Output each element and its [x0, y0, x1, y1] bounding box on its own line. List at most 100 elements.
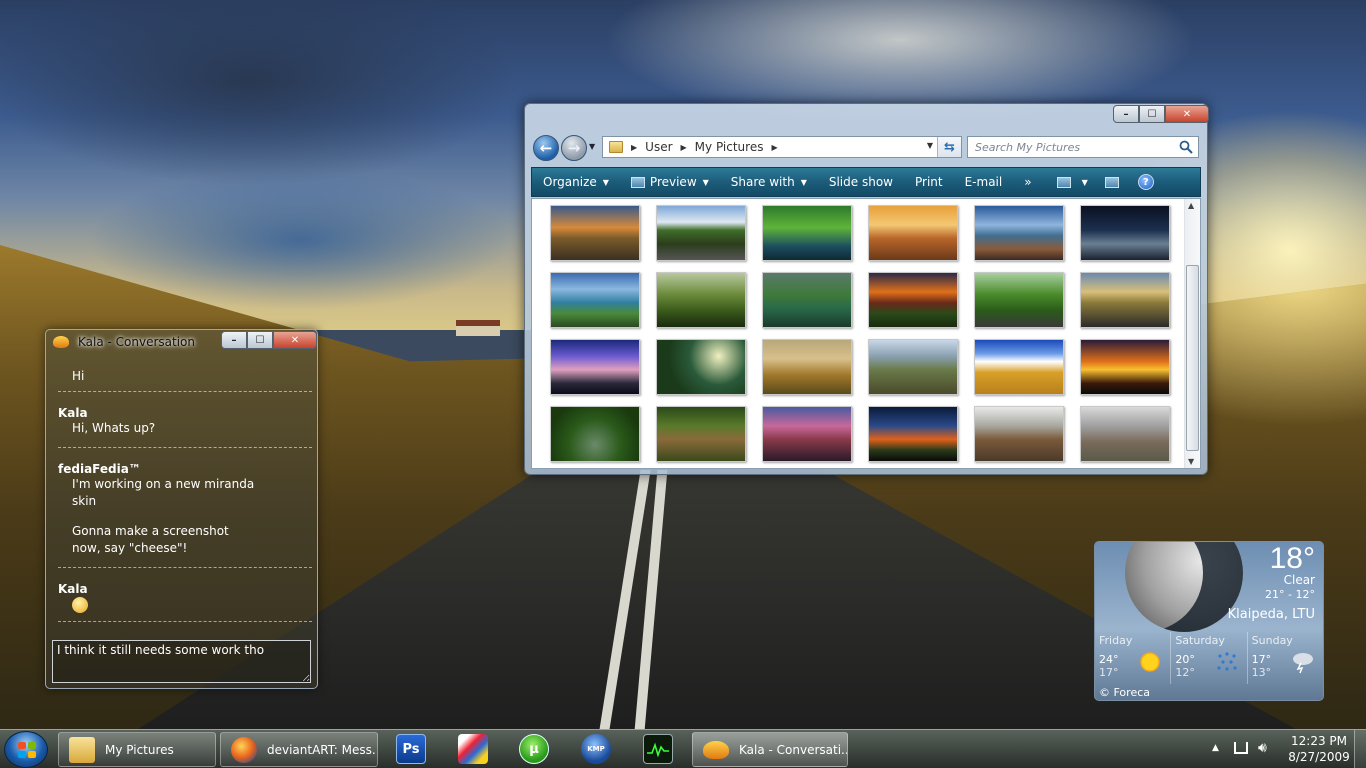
slide-show-button[interactable]: Slide show: [818, 168, 904, 196]
share-with-menu[interactable]: Share with ▼: [720, 168, 818, 196]
show-desktop-button[interactable]: [1354, 730, 1366, 768]
paint-icon[interactable]: [458, 734, 488, 764]
image-thumbnail[interactable]: [656, 406, 746, 462]
image-thumbnail[interactable]: [1080, 205, 1170, 261]
forecast-day-name: Sunday: [1251, 634, 1293, 647]
preview-pane-button[interactable]: [1099, 168, 1130, 196]
explorer-window[interactable]: – ☐ ✕ ← → ▼ ▶ User ▶ My Pictures ▶ ▼ ⇆ S…: [524, 103, 1209, 475]
forecast-day: Sunday 17° 13°: [1248, 632, 1323, 684]
breadcrumb-my-pictures[interactable]: My Pictures: [695, 140, 764, 154]
photoshop-label: Ps: [402, 741, 420, 757]
image-thumbnail[interactable]: [974, 339, 1064, 395]
wallpaper-house: [456, 320, 500, 336]
start-button[interactable]: [4, 731, 48, 768]
forward-button[interactable]: →: [561, 135, 587, 161]
forecast-day: Friday 24° 17°: [1095, 632, 1172, 684]
show-hidden-icons-icon[interactable]: ▲: [1212, 743, 1219, 753]
folder-icon: [609, 141, 623, 153]
image-thumbnail[interactable]: [762, 406, 852, 462]
taskbar-item-conversation[interactable]: Kala - Conversati...: [692, 732, 848, 767]
logo-quadrant: [28, 751, 36, 758]
message-group: fediaFedia™ I'm working on a new miranda…: [58, 462, 312, 568]
photoshop-icon[interactable]: Ps: [396, 734, 426, 764]
close-button[interactable]: ✕: [273, 331, 317, 349]
windows-logo-icon: [18, 742, 36, 758]
image-thumbnail[interactable]: [550, 272, 640, 328]
sun-icon: [1140, 652, 1161, 672]
image-thumbnail[interactable]: [1080, 406, 1170, 462]
kmplayer-icon[interactable]: KMP: [581, 734, 611, 764]
breadcrumb-arrow-icon[interactable]: ▶: [631, 143, 637, 152]
taskbar-item-my-pictures[interactable]: My Pictures: [58, 732, 216, 767]
image-thumbnail[interactable]: [1080, 272, 1170, 328]
close-button[interactable]: ✕: [1165, 105, 1209, 123]
scroll-down-icon[interactable]: ▼: [1188, 457, 1194, 466]
breadcrumb-arrow-icon[interactable]: ▶: [771, 143, 777, 152]
minimize-button[interactable]: –: [221, 331, 247, 349]
image-thumbnail[interactable]: [974, 406, 1064, 462]
image-thumbnail[interactable]: [656, 205, 746, 261]
moon-icon: [1125, 542, 1243, 632]
message-sender: Kala: [58, 582, 88, 596]
vertical-scrollbar[interactable]: ▲ ▼: [1184, 199, 1200, 468]
weather-location[interactable]: Klaipeda, LTU: [1228, 607, 1315, 622]
message-group: Hi: [58, 368, 312, 392]
image-thumbnail[interactable]: [762, 339, 852, 395]
image-thumbnail[interactable]: [974, 205, 1064, 261]
print-button[interactable]: Print: [904, 168, 954, 196]
volume-icon[interactable]: 🔊︎: [1258, 740, 1267, 756]
image-thumbnail[interactable]: [550, 205, 640, 261]
image-thumbnail[interactable]: [868, 205, 958, 261]
image-thumbnail[interactable]: [762, 205, 852, 261]
image-thumbnail[interactable]: [974, 272, 1064, 328]
maximize-button[interactable]: ☐: [247, 331, 273, 349]
email-button[interactable]: E-mail: [954, 168, 1014, 196]
window-controls: – ☐ ✕: [1113, 105, 1209, 123]
conversation-window[interactable]: Kala - Conversation – ☐ ✕ Hi Kala Hi, Wh…: [45, 329, 318, 689]
monitor-icon[interactable]: [643, 734, 673, 764]
clock-date[interactable]: 8/27/2009: [1284, 750, 1354, 764]
image-thumbnail[interactable]: [550, 406, 640, 462]
maximize-button[interactable]: ☐: [1139, 105, 1165, 123]
image-thumbnail[interactable]: [868, 339, 958, 395]
clock-time[interactable]: 12:23 PM: [1284, 734, 1354, 748]
address-bar[interactable]: ▶ User ▶ My Pictures ▶ ▼ ⇆: [602, 136, 962, 158]
search-icon[interactable]: [1179, 140, 1193, 154]
image-thumbnail[interactable]: [656, 339, 746, 395]
preview-menu[interactable]: Preview ▼: [620, 168, 720, 196]
image-thumbnail[interactable]: [868, 272, 958, 328]
rain-icon: [1217, 652, 1237, 671]
breadcrumb-arrow-icon[interactable]: ▶: [681, 143, 687, 152]
minimize-button[interactable]: –: [1113, 105, 1139, 123]
logo-quadrant: [18, 742, 26, 749]
message-input[interactable]: I think it still needs some work tho: [52, 640, 311, 683]
image-thumbnail[interactable]: [762, 272, 852, 328]
image-thumbnail[interactable]: [868, 406, 958, 462]
image-thumbnail[interactable]: [550, 339, 640, 395]
message-text: now, say "cheese"!: [72, 541, 188, 555]
file-list[interactable]: ▲ ▼: [531, 198, 1201, 469]
weather-gadget[interactable]: 18° Clear 21° - 12° Klaipeda, LTU Friday…: [1094, 541, 1324, 701]
back-button[interactable]: ←: [533, 135, 559, 161]
help-icon[interactable]: ?: [1137, 174, 1154, 190]
firefox-icon: [231, 736, 257, 763]
utorrent-icon[interactable]: µ: [519, 734, 549, 764]
organize-menu[interactable]: Organize ▼: [532, 168, 620, 196]
breadcrumb-user[interactable]: User: [645, 140, 672, 154]
view-options-button[interactable]: ▼: [1043, 168, 1099, 196]
preview-pane-icon: [1104, 176, 1119, 188]
image-thumbnail[interactable]: [656, 272, 746, 328]
refresh-button[interactable]: ⇆: [937, 137, 961, 157]
weather-condition: Clear: [1283, 573, 1315, 587]
recent-pages-chevron-icon[interactable]: ▼: [589, 142, 595, 151]
more-commands-button[interactable]: »: [1013, 168, 1042, 196]
search-input[interactable]: Search My Pictures: [967, 136, 1199, 158]
taskbar-item-firefox[interactable]: deviantART: Mess...: [220, 732, 378, 767]
scrollbar-thumb[interactable]: [1186, 265, 1199, 451]
image-thumbnail[interactable]: [1080, 339, 1170, 395]
scroll-up-icon[interactable]: ▲: [1188, 201, 1194, 210]
network-icon[interactable]: [1234, 742, 1248, 754]
address-dropdown-icon[interactable]: ▼: [927, 141, 933, 150]
current-temperature: 18°: [1269, 542, 1315, 575]
